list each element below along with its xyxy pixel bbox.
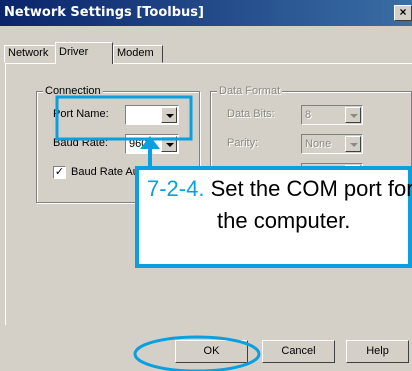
baud-rate-dropdown[interactable]: 9600 xyxy=(125,134,179,154)
baud-rate-value: 9600 xyxy=(129,138,154,150)
data-format-legend: Data Format xyxy=(217,85,283,97)
tab-label: Driver xyxy=(59,46,89,58)
chevron-down-icon[interactable] xyxy=(345,107,361,123)
chevron-down-icon[interactable] xyxy=(345,136,361,152)
callout-line-2: the computer. xyxy=(217,208,351,233)
parity-label: Parity: xyxy=(227,137,259,149)
callout-step-number: 7-2-4. xyxy=(147,176,205,201)
cancel-button[interactable]: Cancel xyxy=(262,340,335,363)
title-bar: Network Settings [Toolbus] × xyxy=(0,0,412,26)
ok-button-label: OK xyxy=(203,345,220,357)
checkmark-icon: ✓ xyxy=(54,166,65,178)
close-button[interactable]: × xyxy=(394,5,412,21)
parity-value: None xyxy=(305,138,332,150)
data-bits-label: Data Bits: xyxy=(227,108,275,120)
chevron-down-icon[interactable] xyxy=(161,107,177,123)
help-button[interactable]: Help xyxy=(346,340,409,363)
close-icon: × xyxy=(399,5,407,19)
tab-network[interactable]: Network xyxy=(4,45,56,63)
window-title: Network Settings [Toolbus] xyxy=(4,5,204,20)
tab-driver[interactable]: Driver xyxy=(55,42,113,64)
help-button-label: Help xyxy=(366,345,389,357)
instruction-callout: 7-2-4. Set the COM port for the computer… xyxy=(135,166,412,268)
cancel-button-label: Cancel xyxy=(281,345,316,357)
connection-legend: Connection xyxy=(43,85,103,97)
ok-button[interactable]: OK xyxy=(175,340,248,363)
auto-detect-checkbox[interactable]: ✓ xyxy=(53,166,66,179)
callout-text-1: Set the COM port for xyxy=(210,176,412,201)
parity-dropdown[interactable]: None xyxy=(301,134,363,154)
data-bits-value: 8 xyxy=(305,109,312,121)
tab-modem[interactable]: Modem xyxy=(113,45,163,63)
baud-rate-label: Baud Rate: xyxy=(53,137,109,149)
port-name-label: Port Name: xyxy=(53,108,109,120)
chevron-down-icon[interactable] xyxy=(161,136,177,152)
tab-label: Modem xyxy=(117,47,154,59)
callout-line-1: 7-2-4. Set the COM port for xyxy=(147,176,412,202)
port-name-dropdown[interactable] xyxy=(125,105,179,125)
data-bits-dropdown[interactable]: 8 xyxy=(301,105,363,125)
tab-label: Network xyxy=(8,47,49,59)
